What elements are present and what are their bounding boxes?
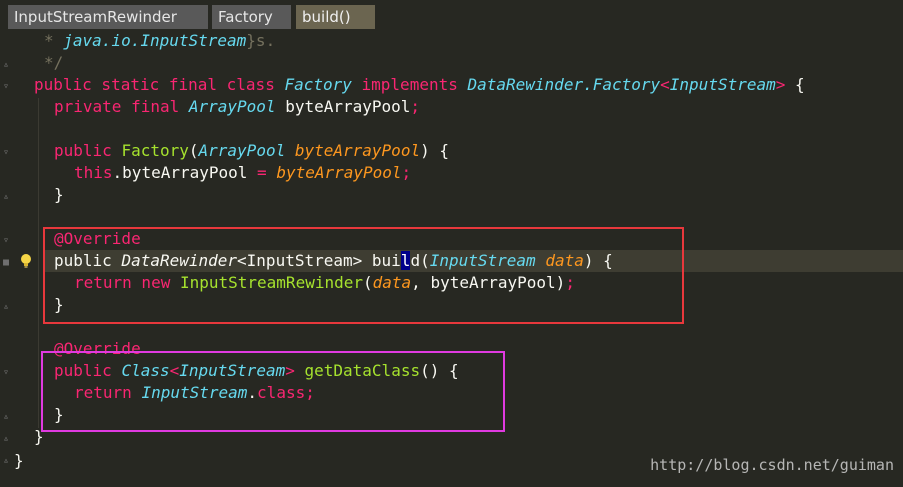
code-line-2: */ bbox=[44, 53, 64, 72]
highlight-box-getdataclass bbox=[41, 351, 505, 432]
code-line-6: this.byteArrayPool = byteArrayPool; bbox=[74, 163, 412, 182]
code-line-1: * java.io.InputStream}s. bbox=[44, 31, 276, 50]
code-line-4: private final ArrayPool byteArrayPool; bbox=[54, 97, 421, 116]
code-line-7: } bbox=[54, 185, 64, 204]
code-line-17: } bbox=[14, 451, 24, 470]
code-line-5: public Factory(ArrayPool byteArrayPool) … bbox=[54, 141, 449, 160]
highlight-box-build bbox=[43, 227, 684, 324]
watermark: http://blog.csdn.net/guiman bbox=[650, 456, 894, 474]
code-line-3: public static final class Factory implem… bbox=[34, 75, 805, 94]
